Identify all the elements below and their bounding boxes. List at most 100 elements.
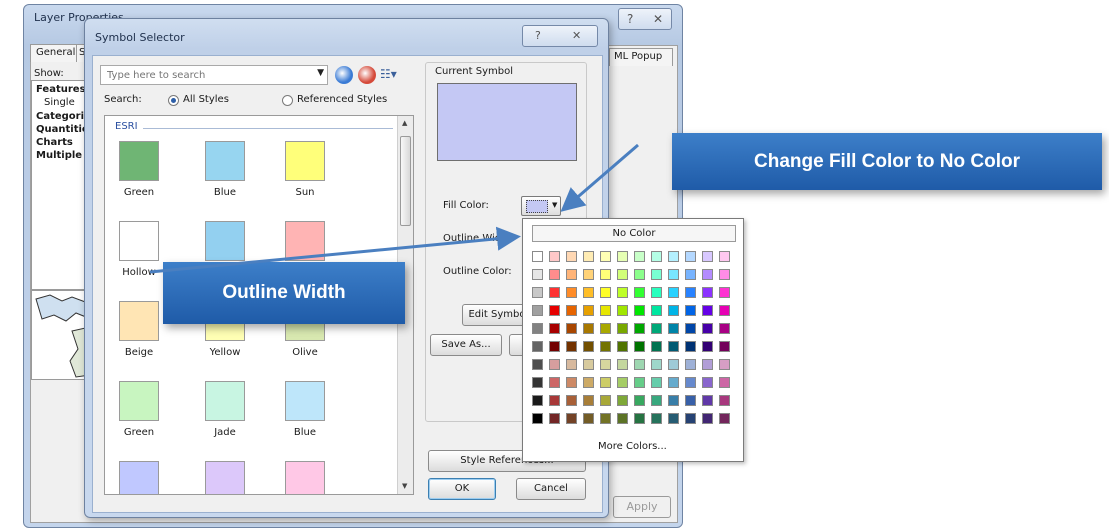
color-cell[interactable] bbox=[719, 413, 730, 424]
color-cell[interactable] bbox=[685, 413, 696, 424]
color-cell[interactable] bbox=[600, 359, 611, 370]
color-cell[interactable] bbox=[617, 395, 628, 406]
color-cell[interactable] bbox=[600, 377, 611, 388]
symbol-swatch[interactable] bbox=[119, 381, 159, 421]
color-cell[interactable] bbox=[634, 269, 645, 280]
color-cell[interactable] bbox=[532, 413, 543, 424]
color-cell[interactable] bbox=[549, 377, 560, 388]
color-cell[interactable] bbox=[668, 305, 679, 316]
symbol-swatch[interactable] bbox=[205, 381, 245, 421]
no-color-option[interactable]: No Color bbox=[532, 225, 736, 242]
color-cell[interactable] bbox=[549, 413, 560, 424]
color-cell[interactable] bbox=[583, 251, 594, 262]
tree-item-charts[interactable]: Charts bbox=[36, 137, 73, 148]
color-cell[interactable] bbox=[566, 305, 577, 316]
color-cell[interactable] bbox=[583, 413, 594, 424]
fill-color-dropdown[interactable]: ▼ bbox=[521, 196, 561, 216]
color-cell[interactable] bbox=[549, 269, 560, 280]
color-cell[interactable] bbox=[566, 395, 577, 406]
color-cell[interactable] bbox=[617, 413, 628, 424]
color-cell[interactable] bbox=[617, 269, 628, 280]
color-cell[interactable] bbox=[702, 395, 713, 406]
color-cell[interactable] bbox=[668, 287, 679, 298]
color-cell[interactable] bbox=[600, 395, 611, 406]
color-cell[interactable] bbox=[566, 377, 577, 388]
search-input[interactable] bbox=[101, 66, 301, 84]
color-cell[interactable] bbox=[549, 251, 560, 262]
color-cell[interactable] bbox=[702, 359, 713, 370]
color-cell[interactable] bbox=[532, 323, 543, 334]
color-cell[interactable] bbox=[566, 269, 577, 280]
color-cell[interactable] bbox=[668, 269, 679, 280]
color-cell[interactable] bbox=[583, 305, 594, 316]
color-cell[interactable] bbox=[719, 377, 730, 388]
color-cell[interactable] bbox=[583, 323, 594, 334]
symbol-swatch[interactable] bbox=[119, 221, 159, 261]
color-cell[interactable] bbox=[651, 287, 662, 298]
tab-html-popup[interactable]: ML Popup bbox=[609, 48, 673, 66]
color-cell[interactable] bbox=[634, 341, 645, 352]
color-cell[interactable] bbox=[617, 305, 628, 316]
tree-item-features[interactable]: Features bbox=[36, 84, 86, 95]
color-cell[interactable] bbox=[617, 341, 628, 352]
color-cell[interactable] bbox=[600, 323, 611, 334]
color-cell[interactable] bbox=[668, 341, 679, 352]
color-cell[interactable] bbox=[583, 269, 594, 280]
symbol-swatch[interactable] bbox=[119, 301, 159, 341]
color-cell[interactable] bbox=[532, 251, 543, 262]
color-cell[interactable] bbox=[549, 323, 560, 334]
color-cell[interactable] bbox=[702, 413, 713, 424]
color-cell[interactable] bbox=[668, 395, 679, 406]
color-cell[interactable] bbox=[617, 251, 628, 262]
color-cell[interactable] bbox=[702, 269, 713, 280]
color-cell[interactable] bbox=[583, 287, 594, 298]
referenced-styles-radio[interactable] bbox=[282, 95, 293, 106]
color-cell[interactable] bbox=[549, 305, 560, 316]
chevron-down-icon[interactable]: ▼ bbox=[317, 68, 324, 78]
color-cell[interactable] bbox=[651, 323, 662, 334]
color-cell[interactable] bbox=[549, 287, 560, 298]
color-cell[interactable] bbox=[702, 287, 713, 298]
symbol-swatch[interactable] bbox=[119, 141, 159, 181]
color-cell[interactable] bbox=[668, 323, 679, 334]
color-cell[interactable] bbox=[566, 359, 577, 370]
color-cell[interactable] bbox=[583, 395, 594, 406]
apply-button[interactable]: Apply bbox=[613, 496, 671, 518]
color-cell[interactable] bbox=[600, 305, 611, 316]
color-cell[interactable] bbox=[634, 323, 645, 334]
color-cell[interactable] bbox=[549, 341, 560, 352]
ok-button[interactable]: OK bbox=[428, 478, 496, 500]
color-cell[interactable] bbox=[532, 395, 543, 406]
color-cell[interactable] bbox=[532, 377, 543, 388]
color-cell[interactable] bbox=[600, 341, 611, 352]
tree-item-quantities[interactable]: Quantitie bbox=[36, 124, 89, 135]
symbol-swatch[interactable] bbox=[205, 221, 245, 261]
view-options-icon[interactable]: ☷▾ bbox=[380, 67, 397, 81]
color-cell[interactable] bbox=[651, 341, 662, 352]
color-cell[interactable] bbox=[651, 377, 662, 388]
color-cell[interactable] bbox=[702, 341, 713, 352]
color-cell[interactable] bbox=[583, 377, 594, 388]
color-cell[interactable] bbox=[583, 341, 594, 352]
color-cell[interactable] bbox=[651, 413, 662, 424]
symbol-swatch[interactable] bbox=[205, 141, 245, 181]
color-cell[interactable] bbox=[719, 359, 730, 370]
color-cell[interactable] bbox=[532, 305, 543, 316]
color-cell[interactable] bbox=[685, 287, 696, 298]
symbol-swatch[interactable] bbox=[205, 461, 245, 494]
color-cell[interactable] bbox=[566, 341, 577, 352]
color-cell[interactable] bbox=[617, 287, 628, 298]
tab-general[interactable]: General bbox=[30, 44, 82, 62]
color-cell[interactable] bbox=[634, 287, 645, 298]
help-icon[interactable]: ? bbox=[535, 29, 541, 42]
color-cell[interactable] bbox=[532, 359, 543, 370]
color-cell[interactable] bbox=[685, 341, 696, 352]
color-cell[interactable] bbox=[719, 269, 730, 280]
close-icon[interactable]: ✕ bbox=[653, 12, 663, 26]
color-cell[interactable] bbox=[634, 359, 645, 370]
color-cell[interactable] bbox=[651, 269, 662, 280]
color-cell[interactable] bbox=[685, 305, 696, 316]
color-cell[interactable] bbox=[685, 269, 696, 280]
close-icon[interactable]: ✕ bbox=[572, 29, 581, 42]
color-cell[interactable] bbox=[685, 323, 696, 334]
